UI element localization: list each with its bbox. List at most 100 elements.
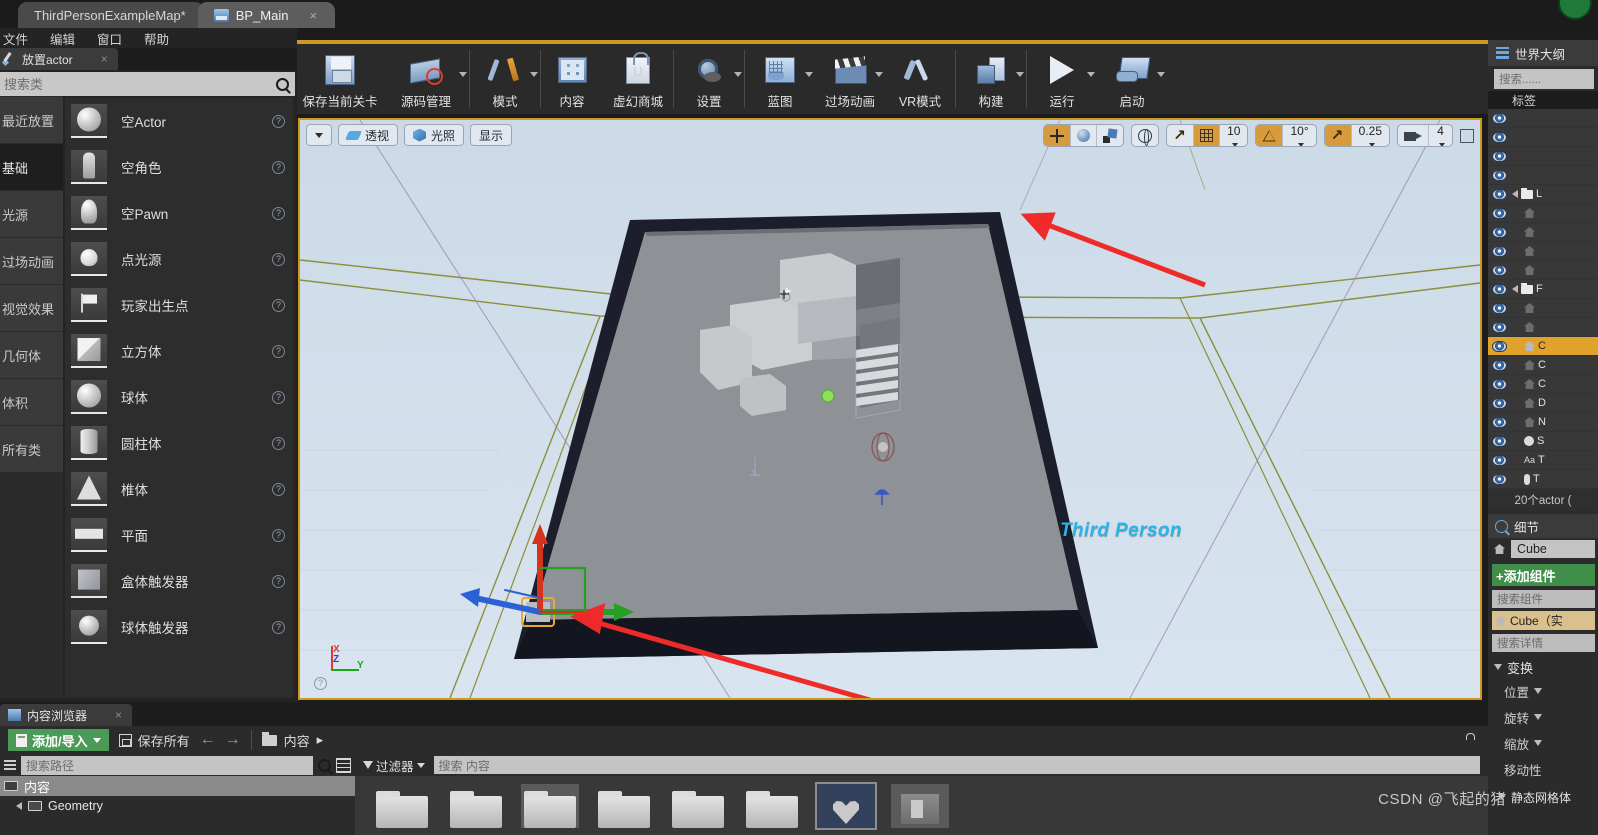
tree-item-content[interactable]: 内容 [0,776,355,796]
rotate-tool-button[interactable] [1071,125,1098,146]
tab-content-browser[interactable]: 内容浏览器 × [0,704,133,726]
sidebar-item-volumes[interactable]: 体积 [0,379,63,425]
menu-file[interactable]: 文件 [0,29,39,48]
list-item[interactable]: 球体触发器? [65,604,293,650]
list-item[interactable]: 平面? [65,512,293,558]
surface-snap-button[interactable] [1167,125,1195,146]
visibility-eye-icon[interactable] [1492,435,1507,447]
table-row[interactable]: D [1488,394,1598,413]
actor-name-field[interactable]: Cube [1511,540,1595,558]
save-all-button[interactable]: 保存所有 [118,731,190,750]
table-row[interactable]: Aa T [1488,451,1598,470]
list-item[interactable]: 球体? [65,374,293,420]
list-item[interactable]: 点光源? [65,236,293,282]
close-icon[interactable]: × [115,708,122,722]
sidebar-item-cinematic[interactable]: 过场动画 [0,238,63,284]
viewport-help-icon[interactable]: ? [314,677,327,690]
tab-bp-main[interactable]: BP_Main × [197,2,336,28]
help-icon[interactable]: ? [272,574,285,588]
asset-heart[interactable] [815,782,877,830]
table-row[interactable] [1488,166,1598,185]
menu-help[interactable]: 帮助 [133,29,180,48]
chevron-down-icon[interactable] [1087,72,1095,77]
asset-folder[interactable] [447,784,505,828]
visibility-eye-icon[interactable] [1492,226,1507,238]
visibility-eye-icon[interactable] [1492,150,1507,162]
cinematics-button[interactable]: 过场动画 [815,44,885,114]
settings-button[interactable]: 设置 [674,44,744,114]
camera-speed-value[interactable]: 4 [1429,125,1452,146]
table-row[interactable] [1488,109,1598,128]
viewport-lit-button[interactable]: 光照 [404,124,465,146]
visibility-eye-icon[interactable] [1492,207,1507,219]
help-icon[interactable]: ? [272,344,285,358]
add-component-button[interactable]: +添加组件 [1492,564,1595,586]
table-row[interactable]: T [1488,470,1598,489]
vr-mode-button[interactable]: VR模式 [885,44,955,114]
visibility-eye-icon[interactable] [1492,112,1507,124]
camera-speed-icon-cell[interactable] [1398,125,1429,146]
rotation-snap-value[interactable]: 10° [1283,125,1315,146]
viewport-show-button[interactable]: 显示 [470,124,513,146]
table-row[interactable]: S [1488,432,1598,451]
visibility-eye-icon[interactable] [1492,454,1507,466]
help-icon[interactable]: ? [272,436,285,450]
menu-icon[interactable] [4,760,16,770]
breadcrumb[interactable]: 内容 ▸ [261,731,323,750]
asset-folder[interactable] [521,784,579,828]
marketplace-button[interactable]: 虚幻商城 [603,44,673,114]
scale-tool-button[interactable] [1097,125,1123,146]
sidebar-item-all-classes[interactable]: 所有类 [0,426,63,472]
content-search-input[interactable]: 搜索 内容 [433,756,1480,774]
move-tool-button[interactable] [1044,125,1072,146]
table-row[interactable] [1488,147,1598,166]
list-item[interactable]: 玩家出生点? [65,282,293,328]
table-row[interactable] [1488,261,1598,280]
visibility-eye-icon[interactable] [1492,188,1507,200]
list-item[interactable]: 空角色? [65,144,293,190]
table-row[interactable] [1488,318,1598,337]
scale-snap-toggle[interactable] [1324,125,1352,146]
expand-arrow-icon[interactable] [1512,285,1518,293]
section-transform[interactable]: 变换 [1488,656,1598,678]
grid-snap-toggle[interactable] [1194,125,1221,146]
list-view-icon[interactable] [336,757,351,773]
visibility-eye-icon[interactable] [1492,321,1507,333]
list-item[interactable]: 立方体? [65,328,293,374]
component-row-cube[interactable]: Cube（实 [1492,611,1595,630]
tree-item-geometry[interactable]: Geometry [0,796,355,816]
help-icon[interactable]: ? [272,528,285,542]
play-button[interactable]: 运行 [1027,44,1097,114]
save-current-level-button[interactable]: 保存当前关卡 [297,44,383,114]
chevron-down-icon[interactable] [1534,740,1543,746]
help-icon[interactable]: ? [272,620,285,634]
forward-button[interactable]: → [225,731,241,749]
property-mobility[interactable]: 移动性 [1488,756,1598,782]
level-viewport[interactable]: Third Person 透视 光照 显示 10 [298,118,1482,700]
back-button[interactable]: ← [200,731,216,749]
property-rotation[interactable]: 旋转 [1488,704,1598,730]
visibility-eye-icon[interactable] [1492,169,1507,181]
source-control-button[interactable]: 源码管理 [383,44,469,114]
visibility-eye-icon[interactable] [1492,359,1507,371]
visibility-eye-icon[interactable] [1492,473,1507,485]
chevron-down-icon[interactable] [1016,72,1024,77]
visibility-eye-icon[interactable] [1492,397,1507,409]
menu-window[interactable]: 窗口 [86,29,133,48]
list-item[interactable]: 椎体? [65,466,293,512]
sidebar-item-visual-effects[interactable]: 视觉效果 [0,285,63,331]
viewport-options-button[interactable] [306,124,332,146]
list-item[interactable]: 盒体触发器? [65,558,293,604]
table-row[interactable] [1488,299,1598,318]
asset-mesh[interactable] [891,784,949,828]
chevron-down-icon[interactable] [805,72,813,77]
place-actors-search[interactable] [0,72,295,96]
sidebar-item-geometry[interactable]: 几何体 [0,332,63,378]
table-row[interactable]: C [1488,375,1598,394]
content-button[interactable]: 内容 [541,44,603,114]
visibility-eye-icon[interactable] [1492,283,1507,295]
account-badge-icon[interactable] [1558,0,1592,20]
chevron-down-icon[interactable] [875,72,883,77]
help-icon[interactable]: ? [272,390,285,404]
visibility-eye-icon[interactable] [1492,416,1507,428]
